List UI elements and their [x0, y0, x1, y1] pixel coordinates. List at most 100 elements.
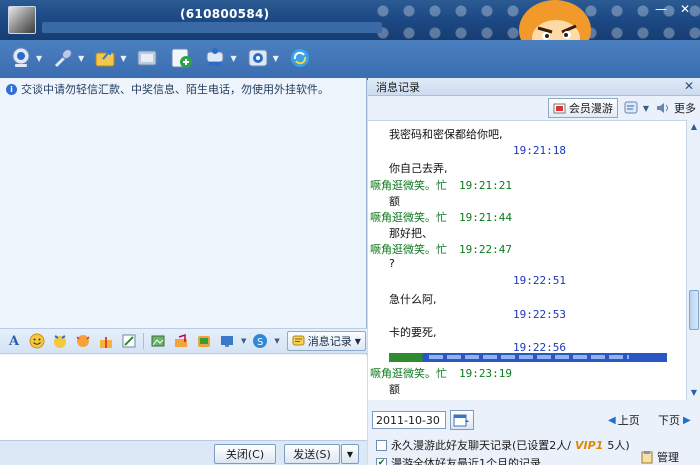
history-sender-line: 噘角逛微笑。忙 19:22:47	[370, 241, 512, 257]
send-button[interactable]: 发送(S)	[284, 444, 340, 464]
history-options-button[interactable]: ▼	[624, 101, 649, 115]
format-toolbar: A ▼ S ▼ 消息记录 ▼	[0, 328, 367, 354]
history-message: ?	[389, 257, 395, 270]
chevron-down-icon: ▼	[272, 53, 279, 63]
microphone-icon	[50, 45, 76, 71]
add-app-tool[interactable]	[168, 45, 194, 71]
member-roam-button[interactable]: 会员漫游	[547, 98, 618, 118]
game-icon[interactable]	[195, 332, 213, 350]
roam-option-month[interactable]: ✔ 漫游全体好友最近1个月的记录	[376, 455, 541, 465]
permanent-roam-tail: 5人)	[607, 439, 630, 452]
security-notice-text: 交谈中请勿轻信汇款、中奖信息、陌生电话，勿使用外挂软件。	[21, 83, 329, 96]
toolbar: ▼ ▼ ▼ ▼ ▼	[8, 45, 313, 71]
speaker-icon	[657, 103, 668, 113]
next-page-button[interactable]: 下页 ▶	[658, 412, 691, 428]
history-message: 额	[389, 195, 400, 208]
window-controls: — ✕	[654, 2, 692, 16]
history-list: 我密码和密保都给你吧, 19:21:18 你自己去弄, 噘角逛微笑。忙 19:21…	[368, 120, 686, 400]
message-record-button[interactable]: 消息记录 ▼	[286, 331, 366, 351]
send-options-button[interactable]: ▼	[341, 444, 359, 464]
payment-icon[interactable]: S	[251, 332, 269, 350]
message-record-label: 消息记录	[307, 335, 352, 348]
scroll-thumb[interactable]	[689, 290, 699, 330]
settings-tool[interactable]: ▼	[245, 45, 279, 71]
history-timestamp: 19:23:19	[459, 367, 512, 380]
more-label: 更多	[674, 102, 696, 115]
settings-icon	[245, 45, 271, 71]
history-message: 急什么阿,	[389, 293, 437, 306]
shake-icon[interactable]	[74, 332, 92, 350]
history-sender-name: 噘角逛微笑。忙	[370, 211, 447, 224]
chevron-down-icon: ▼	[354, 336, 361, 346]
doodle-icon[interactable]	[120, 332, 138, 350]
history-timestamp: 19:21:18	[513, 144, 566, 157]
chevron-down-icon: ▼	[36, 53, 43, 63]
history-timestamp: 19:22:47	[459, 243, 512, 256]
emoji-icon[interactable]	[28, 332, 46, 350]
prev-page-button[interactable]: ◀ 上页	[608, 412, 640, 428]
history-close-icon[interactable]: ✕	[684, 79, 694, 93]
chevron-down-icon[interactable]: ▼	[241, 337, 246, 345]
bottom-bar: 关闭(C) 发送(S) ▼	[0, 440, 367, 465]
send-file-tool[interactable]: ▼	[92, 45, 126, 71]
chevron-down-icon: ▼	[120, 53, 127, 63]
clipboard-icon	[641, 451, 653, 464]
history-scrollbar[interactable]: ▲ ▼	[686, 120, 700, 400]
security-notice: i 交谈中请勿轻信汇款、中奖信息、陌生电话，勿使用外挂软件。	[6, 81, 329, 97]
microphone-tool[interactable]: ▼	[50, 45, 84, 71]
roam-option-permanent[interactable]: 永久漫游此好友聊天记录(已设置2人/ VIP1 5人)	[376, 437, 630, 453]
close-chat-button[interactable]: 关闭(C)	[214, 444, 276, 464]
calendar-button[interactable]	[450, 410, 474, 430]
group-chat-icon	[202, 45, 228, 71]
avatar[interactable]	[8, 6, 36, 34]
chevron-down-icon: ▼	[642, 103, 649, 113]
permanent-roam-label: 永久漫游此好友聊天记录(已设置2人/	[391, 439, 571, 452]
manage-button[interactable]: 管理	[640, 449, 679, 465]
history-options-icon	[624, 101, 638, 114]
more-button[interactable]: 更多	[655, 100, 696, 116]
webcam-tool[interactable]: ▼	[8, 45, 42, 71]
gift-icon[interactable]	[97, 332, 115, 350]
history-sender-name: 噘角逛微笑。忙	[370, 243, 447, 256]
group-chat-tool[interactable]: ▼	[202, 45, 237, 71]
history-timestamp: 19:22:53	[513, 308, 566, 321]
history-message: 那好把、	[389, 227, 433, 240]
permanent-roam-checkbox[interactable]	[376, 439, 387, 451]
send-file-icon	[92, 45, 118, 71]
screenshot-icon	[134, 45, 160, 71]
history-nav: 2011-10-30 ◀ 上页 下页 ▶	[368, 408, 700, 430]
date-field[interactable]: 2011-10-30	[372, 411, 446, 429]
history-image-thumbnail[interactable]	[389, 353, 667, 362]
history-message: 我密码和密保都给你吧,	[389, 128, 503, 141]
message-input[interactable]	[0, 355, 367, 440]
refresh-tool[interactable]	[287, 45, 313, 71]
chevron-down-icon[interactable]: ▼	[274, 337, 279, 345]
scroll-up-icon[interactable]: ▲	[689, 122, 699, 132]
font-icon[interactable]: A	[5, 332, 23, 350]
scroll-down-icon[interactable]: ▼	[689, 388, 699, 398]
chevron-down-icon: ▼	[78, 53, 85, 63]
magic-emoji-icon[interactable]	[51, 332, 69, 350]
music-icon[interactable]	[172, 332, 190, 350]
history-sender-line: 噘角逛微笑。忙 19:21:21	[370, 177, 512, 193]
qq-number: (610800584)	[180, 7, 270, 21]
picture-icon[interactable]	[149, 332, 167, 350]
minimize-button[interactable]: —	[654, 2, 668, 16]
info-icon: i	[6, 83, 17, 95]
history-toolbar: 会员漫游 ▼ 更多	[368, 97, 700, 119]
close-button[interactable]: ✕	[678, 2, 692, 16]
screenshot-tool[interactable]	[134, 45, 160, 71]
signature-field[interactable]	[42, 22, 382, 33]
calendar-icon	[453, 414, 469, 427]
triangle-left-icon: ◀	[608, 414, 616, 426]
chevron-down-icon: ▼	[346, 449, 354, 459]
chevron-down-icon: ▼	[230, 53, 237, 63]
message-record-icon	[292, 335, 305, 346]
history-sender-name: 噘角逛微笑。忙	[370, 367, 447, 380]
vip-badge: VIP1	[575, 438, 604, 452]
month-roam-checkbox[interactable]: ✔	[376, 457, 387, 465]
member-roam-label: 会员漫游	[568, 102, 613, 115]
triangle-right-icon: ▶	[683, 414, 691, 426]
refresh-icon	[287, 45, 313, 71]
screen-capture-icon[interactable]	[218, 332, 236, 350]
